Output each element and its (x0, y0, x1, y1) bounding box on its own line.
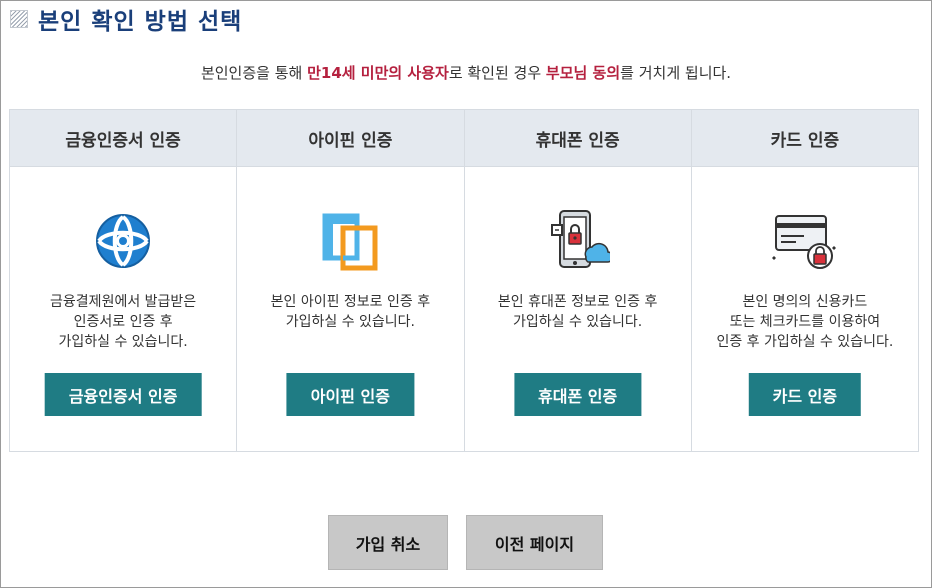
method-description: 금융결제원에서 발급받은 인증서로 인증 후 가입하실 수 있습니다. (50, 294, 197, 350)
financial-certificate-icon (10, 208, 236, 274)
ipin-button[interactable]: 아이핀 인증 (286, 373, 414, 416)
method-title: 아이핀 인증 (237, 110, 464, 167)
method-financial-certificate: 금융인증서 인증 금융결제원에서 발급받은 인증서로 인증 후 가입하실 수 있… (10, 110, 238, 451)
method-description: 본인 휴대폰 정보로 인증 후 가입하실 수 있습니다. (497, 294, 658, 330)
method-title: 카드 인증 (691, 110, 918, 167)
page-header: 본인 확인 방법 선택 (10, 4, 243, 35)
verification-methods-grid: 금융인증서 인증 금융결제원에서 발급받은 인증서로 인증 후 가입하실 수 있… (9, 109, 919, 452)
method-title: 휴대폰 인증 (464, 110, 691, 167)
cancel-signup-button[interactable]: 가입 취소 (328, 515, 448, 570)
ipin-icon (237, 208, 463, 274)
method-description: 본인 아이핀 정보로 인증 후 가입하실 수 있습니다. (270, 294, 431, 330)
method-ipin: 아이핀 인증 본인 아이핀 정보로 인증 후 가입하실 수 있습니다. 아이핀 … (237, 110, 465, 451)
page-title: 본인 확인 방법 선택 (38, 9, 243, 35)
mobile-phone-icon (465, 208, 691, 274)
notice-part-1: 본인인증을 통해 (200, 64, 308, 82)
method-description: 본인 명의의 신용카드 또는 체크카드를 이용하여 인증 후 가입하실 수 있습… (716, 294, 894, 350)
method-mobile-phone: 휴대폰 인증 본인 휴대폰 정보로 인증 후 가입하실 수 있습니다. 휴대폰 … (464, 110, 692, 451)
financial-certificate-button[interactable]: 금융인증서 인증 (44, 373, 202, 416)
credit-card-icon (692, 208, 918, 274)
method-credit-card: 카드 인증 본인 명의의 신용카드 또는 체크카드를 이용하여 인증 후 가입하… (691, 110, 918, 451)
notice-highlight-age: 만14세 미만의 사용자 (307, 64, 449, 82)
method-title: 금융인증서 인증 (10, 110, 237, 167)
notice-text: 본인인증을 통해 만14세 미만의 사용자로 확인된 경우 부모님 동의를 거치… (0, 62, 932, 83)
title-bullet-icon (10, 10, 28, 28)
notice-part-2: 로 확인된 경우 (448, 64, 546, 82)
credit-card-button[interactable]: 카드 인증 (748, 373, 862, 416)
previous-page-button[interactable]: 이전 페이지 (466, 515, 603, 570)
notice-part-3: 를 거치게 됩니다. (620, 64, 732, 82)
mobile-phone-button[interactable]: 휴대폰 인증 (514, 373, 642, 416)
notice-highlight-parent-consent: 부모님 동의 (545, 64, 621, 82)
